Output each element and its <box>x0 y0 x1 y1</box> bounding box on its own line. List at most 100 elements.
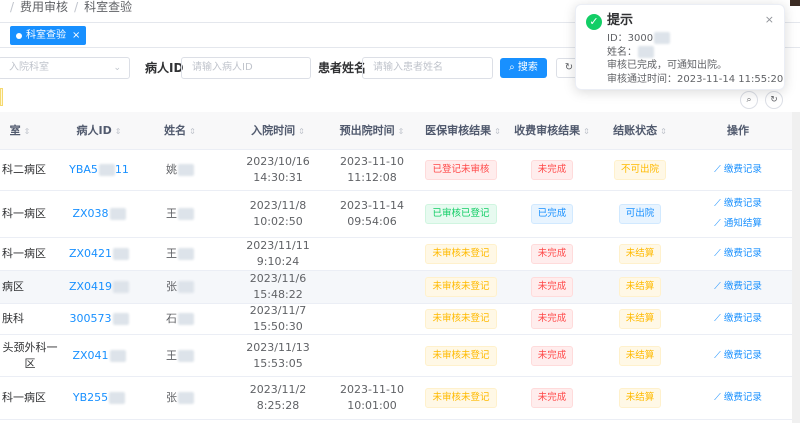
cell-op: ⟋ 缴费记录 ⟋ 通知结算 <box>695 191 781 237</box>
patient-id-link[interactable]: ZX038 <box>72 206 108 222</box>
sort-icon[interactable]: ⇕ <box>24 127 31 136</box>
notify-settlement-link[interactable]: ⟋ 通知结算 <box>714 216 762 232</box>
table-row[interactable]: 科一病区 ZX038 王 2023/11/8 10:02:50 2023-11-14 0… <box>0 191 800 238</box>
refresh-icon: ↻ <box>770 95 778 105</box>
breadcrumb-item-ward-check: 科室查验 <box>84 0 133 14</box>
search-button[interactable]: ⌕ 搜索 <box>500 58 547 78</box>
redaction-mask <box>178 208 194 220</box>
patient-name: 王 <box>166 207 177 220</box>
notification-line-time: 审核通过时间：2023-11-14 11:55:20 <box>607 73 784 85</box>
sort-icon[interactable]: ⇕ <box>583 127 590 136</box>
close-icon[interactable]: × <box>765 13 774 26</box>
avatar[interactable] <box>790 0 800 6</box>
col-name-label: 姓名 <box>164 124 187 137</box>
notification-line-status: 审核已完成，可通知出院。 <box>607 60 727 71</box>
sort-icon[interactable]: ⇕ <box>398 127 405 136</box>
patient-id-input[interactable]: 请输入病人ID <box>181 57 311 79</box>
active-dot-icon <box>16 32 22 39</box>
cell-discharge <box>322 271 422 303</box>
settle-status-badge: 不可出院 <box>613 160 666 180</box>
table-row[interactable]: 科一病区 YB255 张 2023/11/2 8:25:28 2023-11-10 10… <box>0 377 800 420</box>
table-row[interactable]: 肤科 300573 石 2023/11/7 15:50:30 未审核未登记 未完成 未结算 ⟋… <box>0 304 800 335</box>
col-patient-id[interactable]: 病人ID ⇕ <box>58 112 140 150</box>
fee-status-badge: 未完成 <box>530 277 574 297</box>
cell-settle: 不可出院 <box>605 150 675 190</box>
breadcrumb-item-fee-audit[interactable]: 费用审核 <box>20 0 68 14</box>
cell-room: 肤科 <box>2 312 24 325</box>
cell-fee: 未完成 <box>517 150 587 190</box>
sort-icon[interactable]: ⇕ <box>115 127 122 136</box>
patient-name: 王 <box>166 247 177 260</box>
settle-status-badge: 未结算 <box>618 277 662 297</box>
table-row[interactable]: 病区 ZX0419 张 2023/11/6 15:48:22 未审核未登记 未完成 未结算 ⟋… <box>0 271 800 304</box>
col-fee[interactable]: 收费审核结果 ⇕ <box>512 112 592 150</box>
sort-icon[interactable]: ⇕ <box>494 127 501 136</box>
cell-patient-id[interactable]: ZX0419 <box>58 271 140 303</box>
payment-record-link[interactable]: ⟋ 缴费记录 <box>714 162 762 178</box>
cell-patient-id[interactable]: YBA5 11 <box>58 150 140 190</box>
col-discharge[interactable]: 预出院时间 ⇕ <box>322 112 422 150</box>
cell-insurance: 未审核未登记 <box>425 377 497 419</box>
cell-admission: 2023/10/16 14:30:31 <box>246 155 310 184</box>
table-row[interactable]: 科一病区 ZX0421 王 2023/11/11 9:10:24 未审核未登记 未完成 未结… <box>0 238 800 271</box>
table-row[interactable]: 科二病区 YBA5 11 姚 2023/10/16 14:30:31 2023-11-10… <box>0 150 800 191</box>
patient-id-link[interactable]: ZX0421 <box>69 246 112 262</box>
fee-status-badge: 未完成 <box>530 309 574 329</box>
cell-patient-id[interactable]: 300573 <box>58 304 140 334</box>
patient-name-input[interactable]: 请输入患者姓名 <box>362 57 493 79</box>
toggle-search-button[interactable]: ⌕ <box>740 91 758 109</box>
insurance-status-badge: 未审核未登记 <box>425 309 497 329</box>
patient-id-link[interactable]: YB255 <box>73 390 108 406</box>
table-body: 科二病区 YBA5 11 姚 2023/10/16 14:30:31 2023-11-10… <box>0 150 800 420</box>
patient-id-link[interactable]: ZX041 <box>72 348 108 364</box>
cell-settle: 未结算 <box>605 304 675 334</box>
cell-room: 头颈外科一区 <box>2 340 58 370</box>
cell-name: 王 <box>150 335 210 376</box>
refresh-button[interactable]: ↻ <box>765 91 783 109</box>
col-insurance[interactable]: 医保审核结果 ⇕ <box>425 112 501 150</box>
patient-id-link[interactable]: 300573 <box>70 311 112 327</box>
sort-icon[interactable]: ⇕ <box>189 127 196 136</box>
tag-close-icon[interactable]: × <box>72 26 80 45</box>
cell-patient-id[interactable]: ZX038 <box>58 191 140 237</box>
patient-id-link[interactable]: ZX0419 <box>69 279 112 295</box>
cell-discharge: 2023-11-10 11:12:08 <box>340 155 404 184</box>
cell-op: ⟋ 缴费记录 <box>695 335 781 376</box>
ward-select[interactable]: 入院科室 ⌄ <box>0 57 130 79</box>
sort-icon[interactable]: ⇕ <box>298 127 305 136</box>
patient-id-link[interactable]: YBA5 <box>69 162 98 178</box>
payment-record-link[interactable]: ⟋ 缴费记录 <box>714 348 762 364</box>
toolbar-button-partial[interactable] <box>0 88 3 106</box>
cell-op: ⟋ 缴费记录 <box>695 150 781 190</box>
col-name[interactable]: 姓名 ⇕ <box>150 112 210 150</box>
notification-line-name: 姓名： <box>607 45 783 60</box>
payment-record-link[interactable]: ⟋ 缴费记录 <box>714 311 762 327</box>
cell-fee: 未完成 <box>517 304 587 334</box>
payment-record-link[interactable]: ⟋ 缴费记录 <box>714 390 762 406</box>
notification-body: ID：3000 姓名： 审核已完成，可通知出院。 审核通过时间：2023-11-… <box>607 32 783 86</box>
sort-icon[interactable]: ⇕ <box>660 127 667 136</box>
col-insurance-label: 医保审核结果 <box>425 124 492 137</box>
redaction-mask <box>178 164 194 176</box>
fee-status-badge: 未完成 <box>530 244 574 264</box>
cell-name: 王 <box>150 191 210 237</box>
vertical-scrollbar[interactable] <box>792 112 800 423</box>
col-room[interactable]: 室 ⇕ <box>0 112 40 150</box>
cell-fee: 未完成 <box>517 335 587 376</box>
table-row[interactable]: 头颈外科一区 ZX041 王 2023/11/13 15:53:05 未审核未登记 未完成… <box>0 335 800 377</box>
payment-record-link[interactable]: ⟋ 缴费记录 <box>714 246 762 262</box>
payment-record-link[interactable]: ⟋ 缴费记录 <box>714 196 762 212</box>
col-settle[interactable]: 结账状态 ⇕ <box>605 112 675 150</box>
cell-patient-id[interactable]: ZX041 <box>58 335 140 376</box>
cell-patient-id[interactable]: YB255 <box>58 377 140 419</box>
success-check-icon: ✓ <box>586 14 602 30</box>
redaction-mask <box>112 313 129 325</box>
cell-patient-id[interactable]: ZX0421 <box>58 238 140 270</box>
cell-settle: 未结算 <box>605 271 675 303</box>
col-admission[interactable]: 入院时间 ⇕ <box>234 112 322 150</box>
redaction-mask <box>109 349 126 362</box>
payment-record-link[interactable]: ⟋ 缴费记录 <box>714 279 762 295</box>
tag-ward-check[interactable]: 科室查验 × <box>10 26 87 45</box>
cell-room: 科一病区 <box>2 247 46 260</box>
cell-name: 王 <box>150 238 210 270</box>
